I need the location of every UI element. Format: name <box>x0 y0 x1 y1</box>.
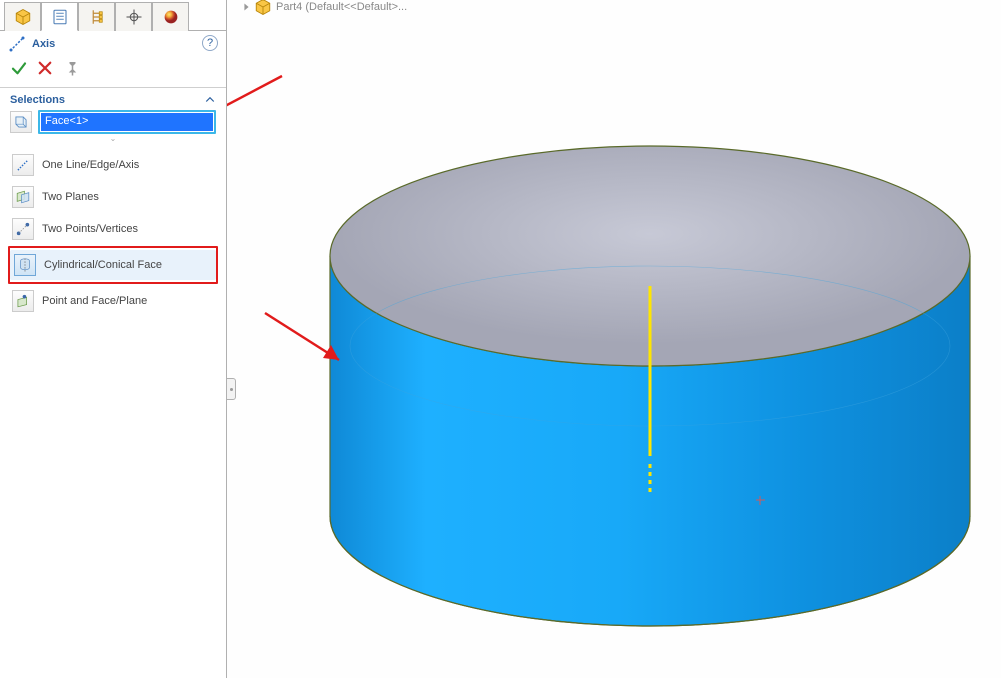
selection-item[interactable]: Face<1> <box>41 113 213 131</box>
axis-icon <box>8 35 26 53</box>
method-two-planes[interactable]: Two Planes <box>8 182 218 212</box>
two-planes-icon <box>12 186 34 208</box>
config-icon <box>88 8 106 26</box>
panel-splitter-handle[interactable] <box>227 378 236 400</box>
tab-dimxpert[interactable] <box>115 2 152 31</box>
tab-feature-manager[interactable] <box>4 2 41 31</box>
property-sheet-icon <box>51 8 69 26</box>
method-two-planes-label: Two Planes <box>42 191 99 203</box>
flyout-tree[interactable]: Part4 (Default<<Default>... <box>243 0 407 16</box>
cancel-icon[interactable] <box>36 59 54 77</box>
method-point-face-label: Point and Face/Plane <box>42 295 147 307</box>
annotation-arrow-to-face <box>257 305 357 375</box>
method-two-points-label: Two Points/Vertices <box>42 223 138 235</box>
help-icon[interactable]: ? <box>202 35 218 51</box>
tab-property-manager[interactable] <box>41 2 78 31</box>
axis-method-list: One Line/Edge/Axis Two Planes <box>0 150 226 316</box>
sphere-color-icon <box>162 8 180 26</box>
point-face-icon <box>12 290 34 312</box>
graphics-viewport[interactable]: Part4 (Default<<Default>... <box>227 0 1001 678</box>
expand-arrow-icon <box>243 2 250 12</box>
app-root: Axis ? Selections <box>0 0 1001 678</box>
property-manager-panel: Axis ? Selections <box>0 0 227 678</box>
tab-appearance[interactable] <box>152 2 189 31</box>
list-resize-grip[interactable]: ⌄ <box>0 134 226 148</box>
method-cylindrical[interactable]: Cylindrical/Conical Face <box>10 250 216 280</box>
cylindrical-highlight: Cylindrical/Conical Face <box>8 246 218 284</box>
panel-tabbar <box>4 0 226 31</box>
feature-title: Axis <box>32 38 55 50</box>
feature-header: Axis ? <box>0 31 226 55</box>
chevron-up-icon <box>204 94 216 106</box>
pushpin-icon[interactable] <box>62 59 80 77</box>
target-icon <box>125 8 143 26</box>
action-row <box>0 55 226 83</box>
part-icon <box>254 0 272 16</box>
method-cylindrical-label: Cylindrical/Conical Face <box>44 259 162 271</box>
two-points-icon <box>12 218 34 240</box>
cylinder-icon <box>14 254 36 276</box>
cube-icon <box>14 8 32 26</box>
tab-configuration-manager[interactable] <box>78 2 115 31</box>
method-one-line[interactable]: One Line/Edge/Axis <box>8 150 218 180</box>
selections-label: Selections <box>10 94 65 106</box>
line-icon <box>12 154 34 176</box>
annotation-arrow-to-selection <box>227 68 292 148</box>
selection-row: Face<1> <box>0 110 226 134</box>
confirm-icon[interactable] <box>10 59 28 77</box>
method-one-line-label: One Line/Edge/Axis <box>42 159 139 171</box>
method-two-points[interactable]: Two Points/Vertices <box>8 214 218 244</box>
part-label: Part4 (Default<<Default>... <box>276 1 407 13</box>
method-point-face[interactable]: Point and Face/Plane <box>8 286 218 316</box>
face-icon <box>10 111 32 133</box>
selections-header[interactable]: Selections <box>0 88 226 110</box>
selection-listbox[interactable]: Face<1> <box>38 110 216 134</box>
